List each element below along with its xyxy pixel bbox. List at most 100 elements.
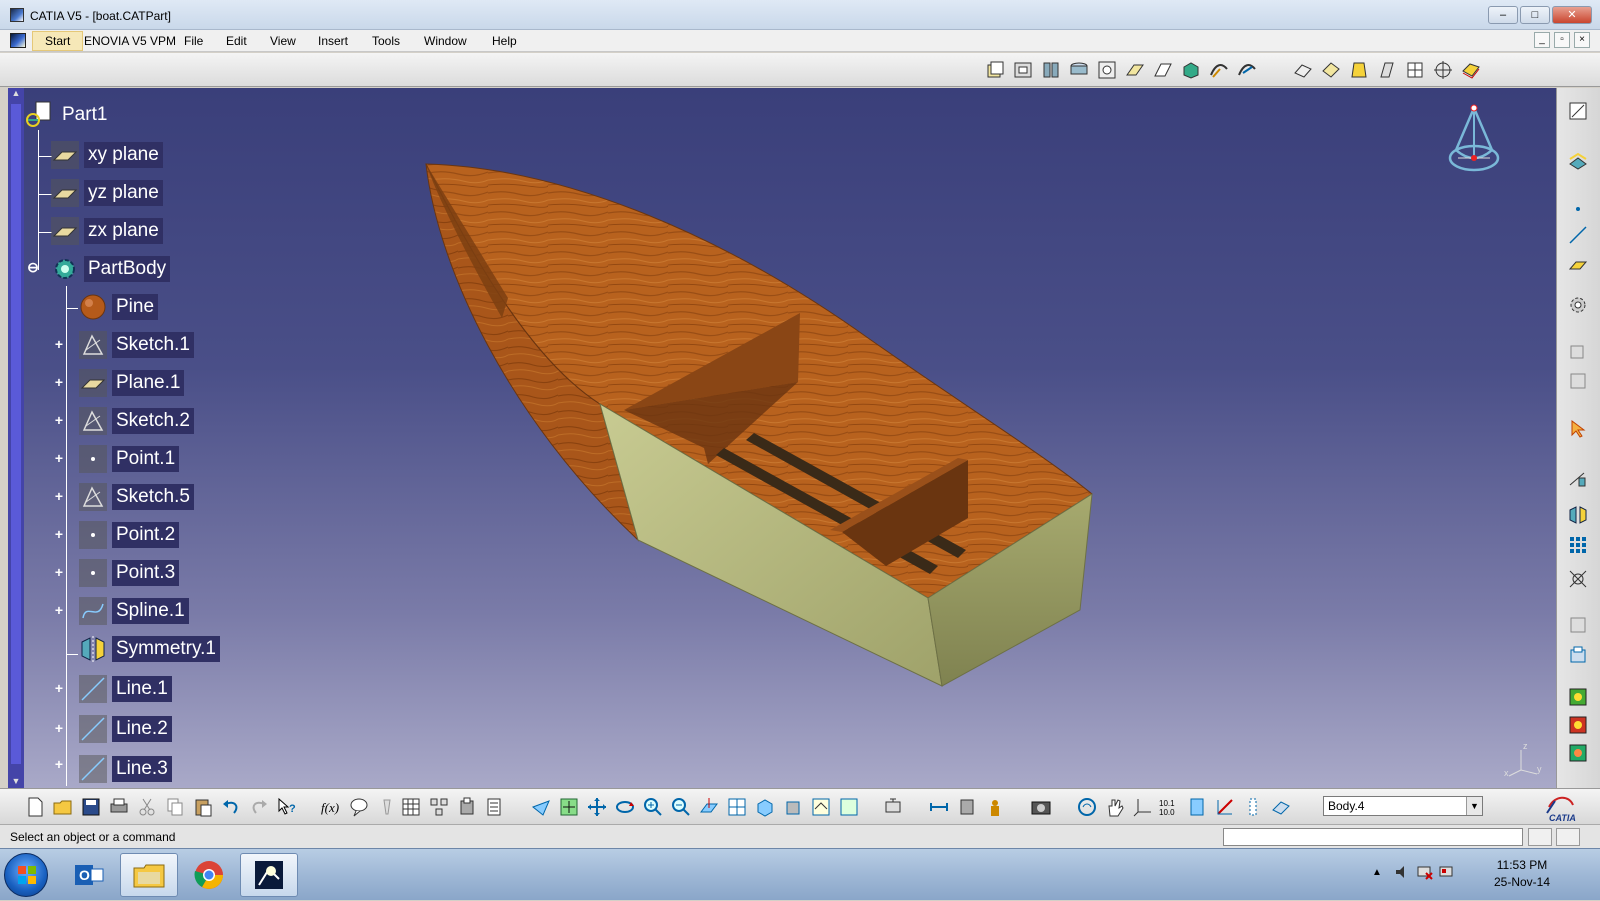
tree-item-point3[interactable]: Point.3 <box>78 558 180 588</box>
shading-icon[interactable] <box>782 796 804 818</box>
grab-hand-icon[interactable] <box>1104 796 1126 818</box>
sketcher-icon[interactable] <box>1567 100 1589 122</box>
iso-view-icon[interactable] <box>754 796 776 818</box>
pattern-icon[interactable] <box>1567 534 1589 556</box>
new-file-icon[interactable] <box>24 796 46 818</box>
expand-line1-icon[interactable]: + <box>52 681 66 696</box>
draft-analysis-icon[interactable] <box>1214 796 1236 818</box>
tray-expand-icon[interactable]: ▲ <box>1372 867 1382 878</box>
compass-icon[interactable] <box>1444 100 1504 186</box>
copy-icon[interactable] <box>164 796 186 818</box>
tree-item-part1[interactable]: Part1 <box>24 100 111 130</box>
catia-app-icon[interactable] <box>10 8 24 22</box>
shaft-icon[interactable] <box>1040 59 1062 81</box>
scroll-down-icon[interactable]: ▼ <box>10 776 22 788</box>
chamfer-icon[interactable] <box>1320 59 1342 81</box>
tree-scrollbar[interactable]: ▲ ▼ <box>8 88 24 788</box>
render-icon-2[interactable] <box>1567 714 1589 736</box>
measure-icon[interactable] <box>1567 468 1589 490</box>
fly-mode-icon[interactable] <box>530 796 552 818</box>
knowledge-advisor-icon[interactable] <box>348 796 370 818</box>
curvature-analysis-icon[interactable] <box>1242 796 1264 818</box>
law-icon[interactable] <box>376 796 398 818</box>
expand-spline1-icon[interactable]: + <box>52 603 66 618</box>
fit-all-in-icon[interactable] <box>558 796 580 818</box>
fillet-icon[interactable] <box>1292 59 1314 81</box>
whats-this-help-icon[interactable]: ? <box>276 796 298 818</box>
windows-start-button[interactable] <box>4 853 48 897</box>
thread-icon[interactable] <box>1404 59 1426 81</box>
catia-logo-icon[interactable] <box>10 33 26 48</box>
menu-insert[interactable]: Insert <box>314 33 352 49</box>
print-icon[interactable] <box>108 796 130 818</box>
expand-plane1-icon[interactable]: + <box>52 375 66 390</box>
menu-enovia[interactable]: ENOVIA V5 VPM <box>80 33 180 49</box>
shell-icon[interactable] <box>1376 59 1398 81</box>
zoom-in-icon[interactable] <box>642 796 664 818</box>
units-icon[interactable]: 10.1 10.0 <box>1158 796 1180 818</box>
tree-item-point1[interactable]: Point.1 <box>78 444 180 474</box>
catalog-icon[interactable] <box>428 796 450 818</box>
render-icon-3[interactable] <box>1567 742 1589 764</box>
quick-view-icon[interactable] <box>1076 796 1098 818</box>
document-template-icon[interactable] <box>484 796 506 818</box>
normal-view-icon[interactable] <box>698 796 720 818</box>
target-icon[interactable] <box>1432 59 1454 81</box>
status-button-2[interactable] <box>1556 828 1580 846</box>
menu-window[interactable]: Window <box>420 33 471 49</box>
open-folder-icon[interactable] <box>52 796 74 818</box>
tree-item-sketch2[interactable]: Sketch.2 <box>78 406 194 436</box>
cut-icon[interactable] <box>136 796 158 818</box>
assemble-icon[interactable] <box>1567 370 1589 392</box>
expand-point3-icon[interactable]: + <box>52 565 66 580</box>
slot-icon[interactable] <box>1152 59 1174 81</box>
expand-line3-icon[interactable]: + <box>52 757 66 772</box>
menu-view[interactable]: View <box>266 33 300 49</box>
minimize-button[interactable]: – <box>1488 6 1518 24</box>
expand-point2-icon[interactable]: + <box>52 527 66 542</box>
menu-help[interactable]: Help <box>488 33 521 49</box>
thread-analysis-icon[interactable] <box>1186 796 1208 818</box>
scroll-thumb[interactable] <box>11 104 21 764</box>
axis-system-icon[interactable] <box>1132 796 1154 818</box>
menu-edit[interactable]: Edit <box>222 33 251 49</box>
render-icon-1[interactable] <box>1567 686 1589 708</box>
taskbar-outlook[interactable]: O <box>60 853 118 897</box>
scroll-up-icon[interactable]: ▲ <box>10 88 22 100</box>
flag-icon[interactable] <box>1438 863 1456 884</box>
maximize-button[interactable]: □ <box>1520 6 1550 24</box>
current-body-select[interactable]: Body.4 ▼ <box>1323 796 1483 816</box>
stiffener-icon[interactable] <box>1180 59 1202 81</box>
doc-minimize-button[interactable]: _ <box>1534 32 1550 48</box>
rotate-icon[interactable] <box>614 796 636 818</box>
draft-icon[interactable] <box>1348 59 1370 81</box>
tree-item-plane1[interactable]: Plane.1 <box>78 368 185 398</box>
volume-icon[interactable] <box>1394 863 1412 884</box>
pocket-icon[interactable] <box>1012 59 1034 81</box>
menu-start[interactable]: Start <box>32 31 84 51</box>
groove-icon[interactable] <box>1096 59 1118 81</box>
tree-item-sketch1[interactable]: Sketch.1 <box>78 330 194 360</box>
taskbar-catia[interactable] <box>240 853 298 897</box>
tree-item-spline1[interactable]: Spline.1 <box>78 596 189 626</box>
scaling-icon[interactable] <box>1567 568 1589 590</box>
power-input-field[interactable] <box>1223 828 1523 846</box>
zoom-out-icon[interactable] <box>670 796 692 818</box>
instantiate-icon[interactable] <box>456 796 478 818</box>
hide-show-icon[interactable] <box>810 796 832 818</box>
menu-file[interactable]: File <box>180 33 207 49</box>
settings-gear-icon[interactable] <box>1567 294 1589 316</box>
insert-body-icon[interactable] <box>1567 644 1589 666</box>
multi-view-icon[interactable] <box>726 796 748 818</box>
undo-icon[interactable] <box>220 796 242 818</box>
design-table-icon[interactable] <box>400 796 422 818</box>
hole-icon[interactable] <box>1068 59 1090 81</box>
pad-icon[interactable] <box>984 59 1006 81</box>
doc-close-button[interactable]: × <box>1574 32 1590 48</box>
taskbar-chrome[interactable] <box>180 853 238 897</box>
tree-item-line1[interactable]: Line.1 <box>78 674 172 704</box>
expand-sketch2-icon[interactable]: + <box>52 413 66 428</box>
point-tool-icon[interactable] <box>1567 198 1589 220</box>
doc-restore-button[interactable]: ▫ <box>1554 32 1570 48</box>
pan-icon[interactable] <box>586 796 608 818</box>
